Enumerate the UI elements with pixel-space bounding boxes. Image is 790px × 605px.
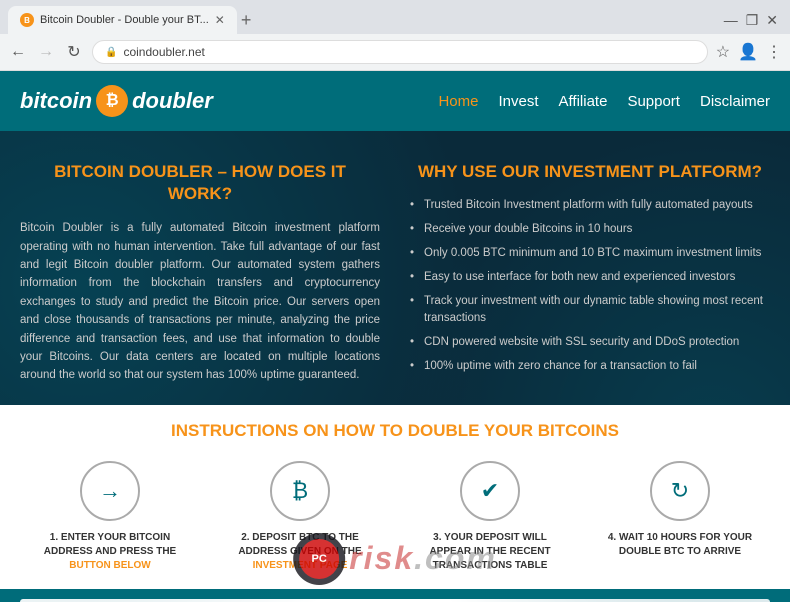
bullet-3: Only 0.005 BTC minimum and 10 BTC maximu… — [410, 245, 770, 261]
minimize-button[interactable]: — — [724, 12, 738, 28]
tab-favicon: B — [20, 13, 34, 27]
left-section: BITCOIN DOUBLER – HOW DOES IT WORK? Bitc… — [20, 161, 380, 385]
tab-close-button[interactable]: ✕ — [215, 13, 225, 27]
address-bar-row: ← → ↻ 🔒 coindoubler.net ☆ 👤 ⋮ — [0, 34, 790, 70]
steps-row: → 1. ENTER YOUR BITCOINADDRESS AND PRESS… — [20, 461, 770, 573]
bookmark-icon[interactable]: ☆ — [716, 42, 730, 62]
bitcoin-address-input[interactable] — [20, 599, 770, 602]
instructions-title: INSTRUCTIONS ON HOW TO DOUBLE YOUR BITCO… — [20, 421, 770, 441]
navbar: bitcoin ₿ doubler Home Invest Affiliate … — [0, 71, 790, 131]
bullet-5: Track your investment with our dynamic t… — [410, 293, 770, 325]
right-section-title: WHY USE OUR INVESTMENT PLATFORM? — [410, 161, 770, 183]
step-3-icon: ✔ — [460, 461, 520, 521]
step-1-icon: → — [80, 461, 140, 521]
step-2-icon: ₿ — [270, 461, 330, 521]
lock-icon: 🔒 — [105, 47, 117, 58]
close-window-button[interactable]: ✕ — [766, 12, 778, 29]
browser-chrome: B Bitcoin Doubler - Double your BT... ✕ … — [0, 0, 790, 71]
step-2-text: 2. DEPOSIT BTC TO THEADDRESS GIVEN ON TH… — [238, 531, 361, 573]
step-3: ✔ 3. YOUR DEPOSIT WILLAPPEAR IN THE RECE… — [400, 461, 580, 573]
tab-title: Bitcoin Doubler - Double your BT... — [40, 14, 209, 26]
instructions-section: INSTRUCTIONS ON HOW TO DOUBLE YOUR BITCO… — [0, 405, 790, 589]
active-tab[interactable]: B Bitcoin Doubler - Double your BT... ✕ — [8, 6, 237, 34]
step-4: ↻ 4. WAIT 10 HOURS FOR YOURDOUBLE BTC TO… — [590, 461, 770, 573]
window-controls: — ❐ ✕ — [724, 12, 782, 29]
new-tab-button[interactable]: + — [241, 10, 252, 31]
nav-home[interactable]: Home — [438, 93, 478, 110]
bullet-1: Trusted Bitcoin Investment platform with… — [410, 197, 770, 213]
tab-bar: B Bitcoin Doubler - Double your BT... ✕ … — [0, 0, 790, 34]
bullet-list: Trusted Bitcoin Investment platform with… — [410, 197, 770, 374]
left-section-body: Bitcoin Doubler is a fully automated Bit… — [20, 219, 380, 385]
step-3-text: 3. YOUR DEPOSIT WILLAPPEAR IN THE RECENT… — [429, 531, 550, 573]
maximize-button[interactable]: ❐ — [746, 12, 759, 29]
step-1: → 1. ENTER YOUR BITCOINADDRESS AND PRESS… — [20, 461, 200, 573]
nav-invest[interactable]: Invest — [498, 93, 538, 110]
back-button[interactable]: ← — [8, 43, 28, 61]
nav-links: Home Invest Affiliate Support Disclaimer — [438, 93, 770, 110]
step-1-text: 1. ENTER YOUR BITCOINADDRESS AND PRESS T… — [44, 531, 176, 573]
logo: bitcoin ₿ doubler — [20, 85, 438, 117]
bullet-7: 100% uptime with zero chance for a trans… — [410, 358, 770, 374]
nav-support[interactable]: Support — [627, 93, 680, 110]
account-icon[interactable]: 👤 — [738, 42, 758, 62]
nav-disclaimer[interactable]: Disclaimer — [700, 93, 770, 110]
reload-button[interactable]: ↻ — [64, 42, 84, 62]
nav-affiliate[interactable]: Affiliate — [559, 93, 608, 110]
right-section: WHY USE OUR INVESTMENT PLATFORM? Trusted… — [410, 161, 770, 385]
address-bar[interactable]: 🔒 coindoubler.net — [92, 40, 708, 64]
bullet-2: Receive your double Bitcoins in 10 hours — [410, 221, 770, 237]
logo-doubler-text: doubler — [132, 88, 213, 114]
step-4-icon: ↻ — [650, 461, 710, 521]
step-2: ₿ 2. DEPOSIT BTC TO THEADDRESS GIVEN ON … — [210, 461, 390, 573]
left-section-title: BITCOIN DOUBLER – HOW DOES IT WORK? — [20, 161, 380, 205]
bullet-6: CDN powered website with SSL security an… — [410, 334, 770, 350]
forward-button[interactable]: → — [36, 43, 56, 61]
menu-icon[interactable]: ⋮ — [766, 42, 782, 62]
step-4-text: 4. WAIT 10 HOURS FOR YOURDOUBLE BTC TO A… — [608, 531, 752, 559]
bottom-bar — [0, 589, 790, 602]
content-inner: BITCOIN DOUBLER – HOW DOES IT WORK? Bitc… — [0, 131, 790, 405]
logo-bitcoin-text: bitcoin — [20, 88, 92, 114]
logo-icon: ₿ — [96, 85, 128, 117]
bullet-4: Easy to use interface for both new and e… — [410, 269, 770, 285]
website-content: bitcoin ₿ doubler Home Invest Affiliate … — [0, 71, 790, 602]
main-content-wrapper: BITCOIN DOUBLER – HOW DOES IT WORK? Bitc… — [0, 131, 790, 602]
url-text: coindoubler.net — [123, 45, 694, 59]
